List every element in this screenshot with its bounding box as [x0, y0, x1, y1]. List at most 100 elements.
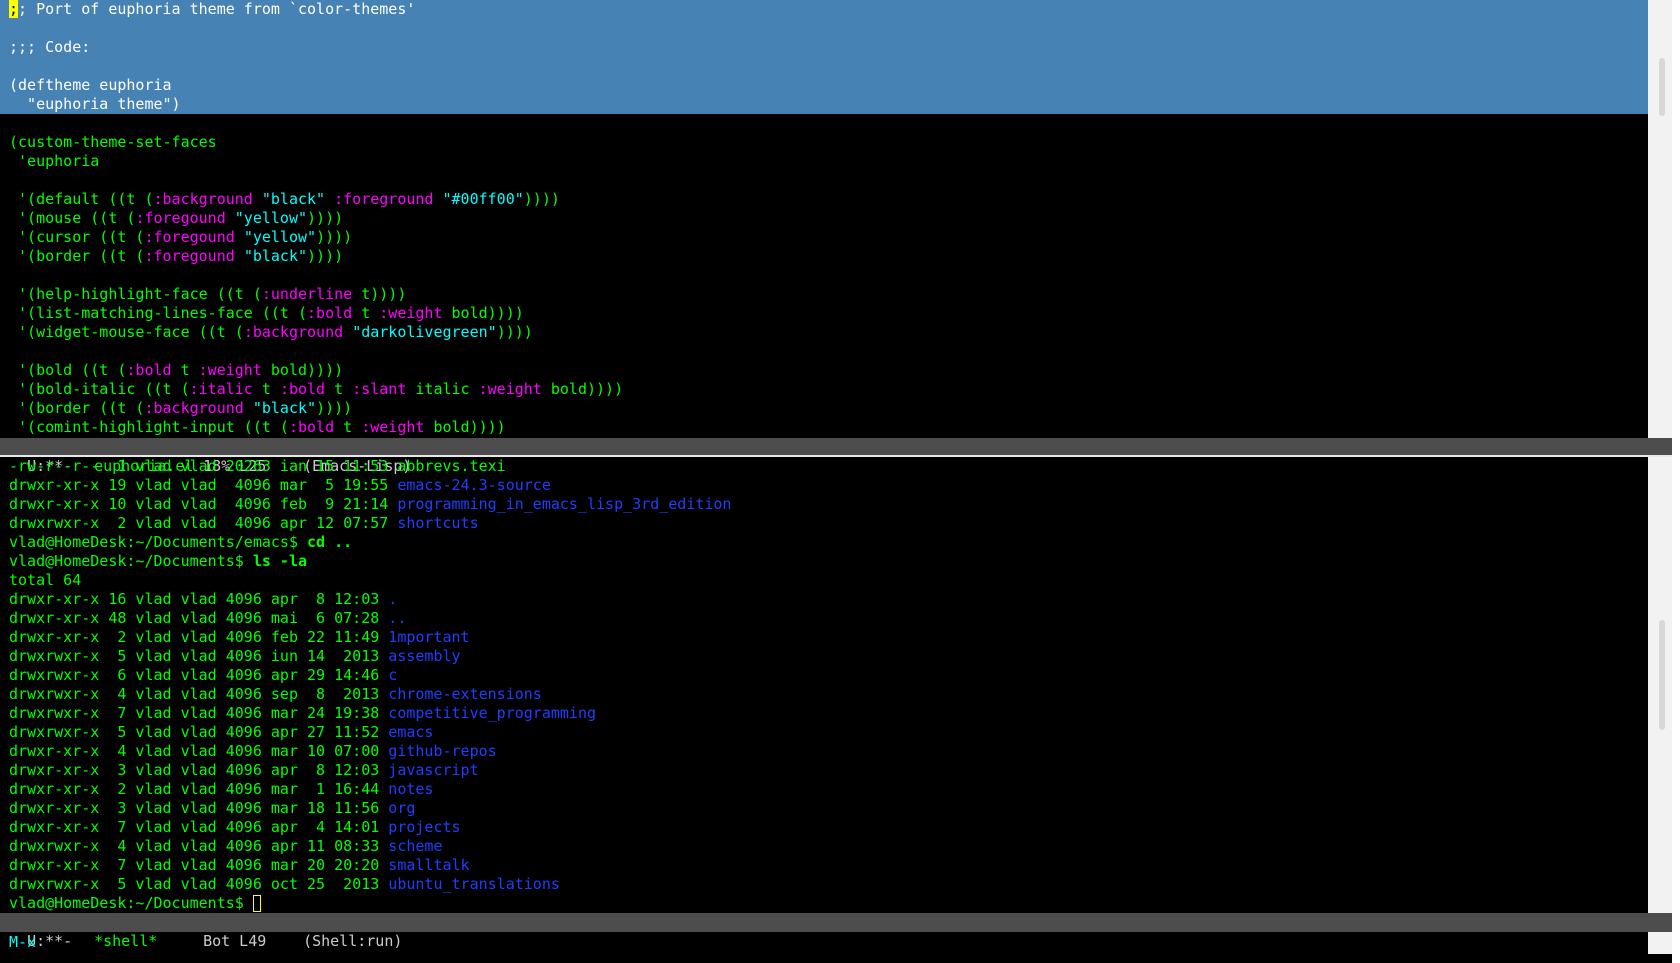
- string-token: "yellow": [234, 209, 308, 227]
- editor-line: "euphoria theme"): [0, 95, 1648, 114]
- editor-line: '(border ((t (:background "black")))): [0, 399, 1648, 418]
- text-cursor: [252, 895, 261, 912]
- text-segment: [433, 190, 442, 208]
- text-segment: drwxr-xr-x 2 vlad vlad 4096 mar 1 16:44: [9, 780, 389, 798]
- shell-line: drwxrwxr-x 5 vlad vlad 4096 apr 27 11:52…: [0, 723, 1648, 742]
- shell-line: drwxrwxr-x 5 vlad vlad 4096 oct 25 2013 …: [0, 875, 1648, 894]
- shell-line: -rw-r--r-- 1 vlad vlad 20263 ian 15 11:5…: [0, 457, 1648, 476]
- editor-scrollbar-thumb[interactable]: [1659, 58, 1665, 116]
- text-segment: drwxr-xr-x 10 vlad vlad 4096 feb 9 21:14: [9, 495, 398, 513]
- editor-line: ;;; Code:: [0, 38, 1648, 57]
- keyword-token: :foregound: [144, 228, 235, 246]
- string-token: "darkolivegreen": [352, 323, 497, 341]
- text-segment: drwxrwxr-x 7 vlad vlad 4096 mar 24 19:38: [9, 704, 389, 722]
- text-cursor: ;: [9, 0, 19, 18]
- directory-name: c: [388, 666, 398, 684]
- directory-name: github-repos: [388, 742, 497, 760]
- editor-line: ;; Port of euphoria theme from `color-th…: [0, 0, 1648, 19]
- keyword-token: :background: [153, 190, 253, 208]
- shell-scrollbar-thumb[interactable]: [1659, 620, 1665, 730]
- keyword-token: :bold: [288, 418, 335, 436]
- keyword-token: :foregound: [135, 209, 226, 227]
- text-segment: [226, 209, 235, 227]
- directory-name: 1mportant: [388, 628, 470, 646]
- directory-name: assembly: [388, 647, 461, 665]
- keyword-token: :background: [243, 323, 344, 341]
- text-segment: '(list-matching-lines-face ((t (: [9, 304, 308, 322]
- minibuffer[interactable]: M-x: [9, 933, 36, 952]
- text-segment: drwxrwxr-x 5 vlad vlad 4096 oct 25 2013: [9, 875, 389, 893]
- text-segment: drwxrwxr-x 6 vlad vlad 4096 apr 29 14:46: [9, 666, 389, 684]
- text-segment: t: [325, 380, 353, 398]
- text-segment: '(bold ((t (: [9, 361, 127, 379]
- text-segment: '(help-highlight-face ((t (: [9, 285, 262, 303]
- string-token: "#00ff00": [442, 190, 524, 208]
- text-segment: [235, 247, 244, 265]
- shell-line: drwxrwxr-x 2 vlad vlad 4096 apr 12 07:57…: [0, 514, 1648, 533]
- editor-line: '(cursor ((t (:foregound "yellow")))): [0, 228, 1648, 247]
- editor-line: '(mouse ((t (:foregound "yellow")))): [0, 209, 1648, 228]
- command-text: ls -la: [252, 552, 308, 570]
- directory-name: emacs: [388, 723, 434, 741]
- text-segment: ; Port of euphoria theme from `color-the…: [18, 0, 416, 18]
- text-segment: drwxr-xr-x 3 vlad vlad 4096 mar 18 11:56: [9, 799, 389, 817]
- directory-name: chrome-extensions: [388, 685, 542, 703]
- text-segment: '(border ((t (: [9, 399, 145, 417]
- major-mode[interactable]: (Shell:run): [303, 932, 402, 951]
- shell-line: vlad@HomeDesk:~/Documents$ ls -la: [0, 552, 1648, 571]
- shell-buffer[interactable]: -rw-r--r-- 1 vlad vlad 20263 ian 15 11:5…: [0, 457, 1648, 915]
- directory-name: org: [388, 799, 416, 817]
- editor-buffer[interactable]: ;; Port of euphoria theme from `color-th…: [0, 0, 1648, 438]
- text-segment: bold)))): [442, 304, 524, 322]
- editor-line: [0, 19, 1648, 38]
- directory-name: competitive_programming: [388, 704, 597, 722]
- shell-line: drwxr-xr-x 19 vlad vlad 4096 mar 5 19:55…: [0, 476, 1648, 495]
- editor-line: (custom-theme-set-faces: [0, 133, 1648, 152]
- keyword-token: :background: [144, 399, 244, 417]
- text-segment: total 64: [9, 571, 82, 589]
- editor-line: '(widget-mouse-face ((t (:background "da…: [0, 323, 1648, 342]
- text-segment: [253, 190, 262, 208]
- text-segment: drwxr-xr-x 4 vlad vlad 4096 mar 10 07:00: [9, 742, 389, 760]
- text-segment: ;;; Code:: [9, 38, 91, 56]
- directory-name: javascript: [388, 761, 479, 779]
- editor-line: [0, 57, 1648, 76]
- text-segment: bold)))): [424, 418, 506, 436]
- directory-name: programming_in_emacs_lisp_3rd_edition: [397, 495, 732, 513]
- text-segment: '(default ((t (: [9, 190, 154, 208]
- shell-line: drwxrwxr-x 7 vlad vlad 4096 mar 24 19:38…: [0, 704, 1648, 723]
- keyword-token: :weight: [379, 304, 443, 322]
- shell-line: drwxr-xr-x 7 vlad vlad 4096 apr 4 14:01 …: [0, 818, 1648, 837]
- text-segment: (deftheme euphoria: [9, 76, 172, 94]
- text-segment: italic: [406, 380, 479, 398]
- editor-line: '(list-matching-lines-face ((t (:bold t …: [0, 304, 1648, 323]
- text-segment: vlad@HomeDesk:~/Documents$: [9, 894, 253, 912]
- text-segment: t: [334, 418, 362, 436]
- editor-line: '(help-highlight-face ((t (:underline t)…: [0, 285, 1648, 304]
- string-token: "black": [261, 190, 326, 208]
- text-segment: drwxr-xr-x 19 vlad vlad 4096 mar 5 19:55: [9, 476, 398, 494]
- string-token: "black": [252, 399, 317, 417]
- shell-line: drwxrwxr-x 4 vlad vlad 4096 apr 11 08:33…: [0, 837, 1648, 856]
- shell-line: drwxr-xr-x 3 vlad vlad 4096 mar 18 11:56…: [0, 799, 1648, 818]
- text-segment: 'euphoria: [9, 152, 100, 170]
- directory-name: .: [388, 590, 398, 608]
- command-text: cd ..: [307, 533, 353, 551]
- text-segment: '(comint-highlight-input ((t (: [9, 418, 289, 436]
- buffer-name[interactable]: *shell*: [91, 932, 200, 951]
- text-segment: )))): [523, 190, 560, 208]
- text-segment: )))): [307, 247, 344, 265]
- string-token: "black": [243, 247, 308, 265]
- keyword-token: :bold: [307, 304, 353, 322]
- keyword-token: :weight: [361, 418, 425, 436]
- shell-line: drwxr-xr-x 48 vlad vlad 4096 mai 6 07:28…: [0, 609, 1648, 628]
- shell-line: vlad@HomeDesk:~/Documents/emacs$ cd ..: [0, 533, 1648, 552]
- text-segment: [343, 323, 352, 341]
- text-segment: '(cursor ((t (: [9, 228, 145, 246]
- directory-name: scheme: [388, 837, 443, 855]
- buffer-position: Bot L49: [203, 932, 267, 950]
- shell-line: drwxrwxr-x 6 vlad vlad 4096 apr 29 14:46…: [0, 666, 1648, 685]
- text-segment: '(border ((t (: [9, 247, 145, 265]
